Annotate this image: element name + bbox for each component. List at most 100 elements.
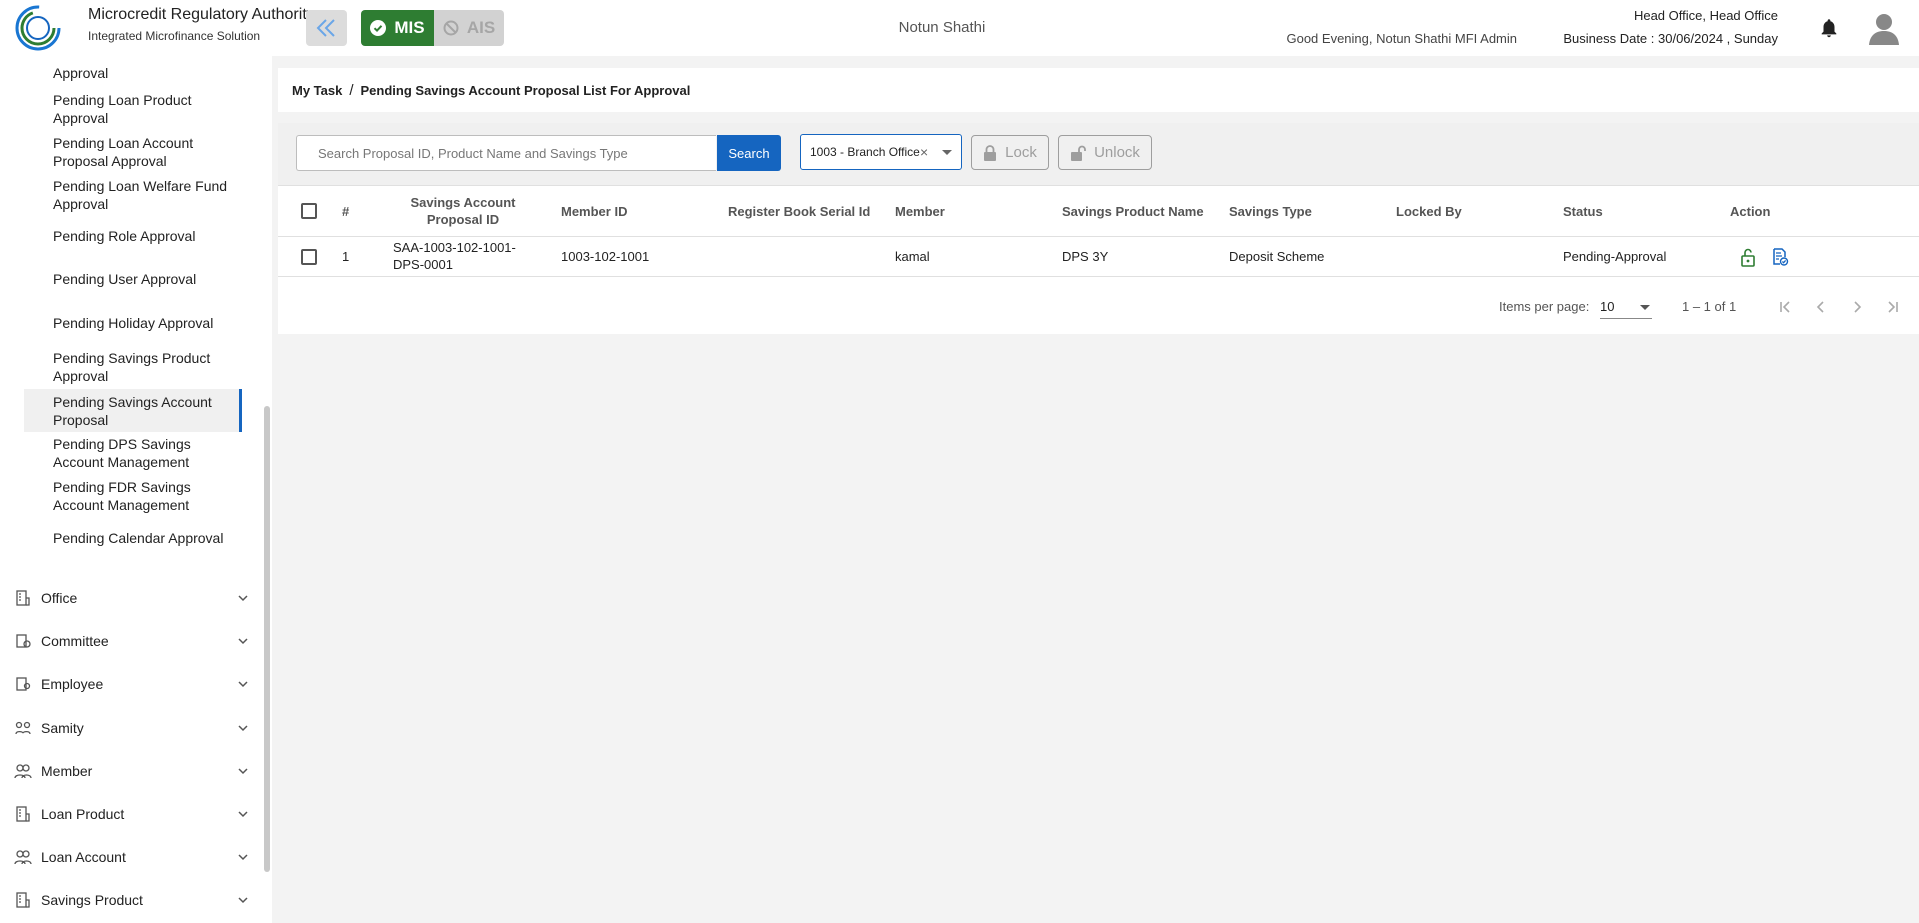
row-checkbox[interactable] <box>301 249 317 265</box>
breadcrumb-current: Pending Savings Account Proposal List Fo… <box>360 82 691 98</box>
column-header-locked-by[interactable]: Locked By <box>1396 203 1462 220</box>
sidebar-item-label: Pending Savings Product Approval <box>53 350 211 384</box>
chevron-down-icon <box>238 854 248 861</box>
sidebar-item-pending-loan-product[interactable]: Pending Loan Product Approval <box>24 90 242 128</box>
chevron-down-icon <box>238 897 248 904</box>
sidebar-item-label: Pending Loan Account Proposal Approval <box>53 135 194 169</box>
sidebar-group-loan-product[interactable]: Loan Product <box>0 799 262 829</box>
clear-icon[interactable]: × <box>920 144 928 160</box>
row-member: kamal <box>895 249 930 264</box>
table-header: # Savings Account Proposal ID Member ID … <box>278 185 1919 237</box>
proposal-list-panel: Search 1003 - Branch Office × Lock Unloc… <box>278 123 1919 334</box>
select-all-checkbox[interactable] <box>301 203 317 219</box>
sidebar-item-pending-loan-welfare-fund[interactable]: Pending Loan Welfare Fund Approval <box>24 176 242 214</box>
approve-document-icon[interactable] <box>1771 248 1789 266</box>
office-icon <box>16 590 30 606</box>
loan-account-icon <box>14 850 32 865</box>
committee-icon <box>16 634 31 648</box>
sidebar-group-samity[interactable]: Samity <box>0 713 262 743</box>
mis-label: MIS <box>394 18 425 37</box>
sidebar-group-label: Member <box>41 763 93 779</box>
sidebar-scrollbar[interactable] <box>264 406 270 872</box>
sidebar-group-employee[interactable]: Employee <box>0 669 262 699</box>
sidebar-group-label: Savings Product <box>41 892 143 908</box>
notification-bell-icon[interactable] <box>1818 17 1840 39</box>
last-page-icon <box>1888 301 1898 313</box>
chevron-left-icon <box>1816 301 1824 313</box>
sidebar-item-pending-role[interactable]: Pending Role Approval <box>24 227 242 245</box>
unlock-label: Unlock <box>1094 144 1140 161</box>
lock-label: Lock <box>1005 144 1037 161</box>
breadcrumb-root[interactable]: My Task <box>292 83 342 98</box>
branch-select-value: 1003 - Branch Office <box>810 145 920 159</box>
chevron-down-icon <box>238 811 248 818</box>
sidebar-item-pending-dps-savings[interactable]: Pending DPS Savings Account Management <box>24 434 242 472</box>
column-header-savings-type[interactable]: Savings Type <box>1229 203 1312 220</box>
ais-toggle-button[interactable]: AIS <box>434 10 504 46</box>
employee-icon <box>16 677 31 691</box>
sidebar-group-committee[interactable]: Committee <box>0 626 262 656</box>
column-header-register-book[interactable]: Register Book Serial Id <box>728 203 870 220</box>
previous-page-button[interactable] <box>1811 297 1831 317</box>
chevron-down-icon <box>238 768 248 775</box>
chevron-down-icon <box>238 725 248 732</box>
paginator: Items per page: 10 1 – 1 of 1 <box>278 277 1919 334</box>
sidebar-group-label: Samity <box>41 720 84 736</box>
column-header-status[interactable]: Status <box>1563 203 1603 220</box>
page-range-label: 1 – 1 of 1 <box>1682 299 1737 314</box>
row-index: 1 <box>342 249 350 264</box>
search-input[interactable] <box>296 135 716 171</box>
sidebar-group-loan-account[interactable]: Loan Account <box>0 842 262 872</box>
greeting-text: Good Evening, Notun Shathi MFI Admin <box>1286 31 1517 46</box>
column-header-member[interactable]: Member <box>895 203 945 220</box>
unlock-icon <box>1071 145 1086 161</box>
column-header-member-id[interactable]: Member ID <box>561 203 627 220</box>
first-page-button[interactable] <box>1775 297 1795 317</box>
sidebar-item-pending-fdr-savings[interactable]: Pending FDR Savings Account Management <box>24 477 242 515</box>
sidebar-group-savings-product[interactable]: Savings Product <box>0 885 262 915</box>
user-avatar-icon[interactable] <box>1866 10 1902 46</box>
items-per-page-select[interactable]: 10 <box>1600 295 1652 319</box>
sidebar-item-approval[interactable]: Approval <box>24 64 242 82</box>
items-per-page-label: Items per page: <box>1499 299 1590 314</box>
sidebar-item-label: Pending DPS Savings Account Management <box>53 436 191 470</box>
mis-toggle-button[interactable]: MIS <box>361 10 434 46</box>
next-page-button[interactable] <box>1847 297 1867 317</box>
row-savings-type: Deposit Scheme <box>1229 249 1325 264</box>
unlock-button[interactable]: Unlock <box>1058 135 1152 170</box>
dropdown-arrow-icon <box>1640 305 1650 310</box>
sidebar-item-pending-calendar[interactable]: Pending Calendar Approval <box>24 529 242 547</box>
sidebar-group-member[interactable]: Member <box>0 756 262 786</box>
column-header-product-name[interactable]: Savings Product Name <box>1062 203 1204 220</box>
double-chevron-left-icon <box>316 19 335 37</box>
blocked-icon <box>443 20 459 36</box>
check-circle-icon <box>370 20 387 36</box>
row-proposal-id: SAA-1003-102-1001-DPS-0001 <box>393 240 516 272</box>
top-header: Microcredit Regulatory Authority Integra… <box>0 0 1919 56</box>
chevron-down-icon <box>238 681 248 688</box>
branch-select[interactable]: 1003 - Branch Office × <box>800 134 962 170</box>
chevron-right-icon <box>1854 301 1862 313</box>
sidebar-item-label: Pending User Approval <box>53 271 197 287</box>
sidebar-item-pending-user[interactable]: Pending User Approval <box>24 270 242 288</box>
samity-icon <box>15 721 31 735</box>
breadcrumb: My Task / Pending Savings Account Propos… <box>278 68 1919 112</box>
sidebar-item-pending-savings-account-proposal[interactable]: Pending Savings Account Proposal <box>24 389 242 432</box>
last-page-button[interactable] <box>1883 297 1903 317</box>
sidebar: Approval Pending Loan Product Approval P… <box>0 56 272 923</box>
sidebar-group-label: Loan Product <box>41 806 125 822</box>
sidebar-item-pending-savings-product[interactable]: Pending Savings Product Approval <box>24 348 242 386</box>
column-header-proposal-id[interactable]: Savings Account Proposal ID <box>393 194 533 228</box>
sidebar-item-label: Pending Loan Welfare Fund Approval <box>53 178 228 212</box>
dropdown-arrow-icon[interactable] <box>942 150 952 155</box>
search-button[interactable]: Search <box>717 135 781 171</box>
sidebar-group-office[interactable]: Office <box>0 583 262 613</box>
unlock-row-icon[interactable] <box>1740 247 1756 267</box>
sidebar-group-label: Committee <box>41 633 109 649</box>
table-row: 1 SAA-1003-102-1001-DPS-0001 1003-102-10… <box>278 237 1919 277</box>
collapse-sidebar-button[interactable] <box>306 10 347 46</box>
loan-product-icon <box>16 806 30 822</box>
lock-button[interactable]: Lock <box>971 135 1049 170</box>
sidebar-item-pending-holiday[interactable]: Pending Holiday Approval <box>24 314 242 332</box>
sidebar-item-pending-loan-account-proposal[interactable]: Pending Loan Account Proposal Approval <box>24 133 242 171</box>
